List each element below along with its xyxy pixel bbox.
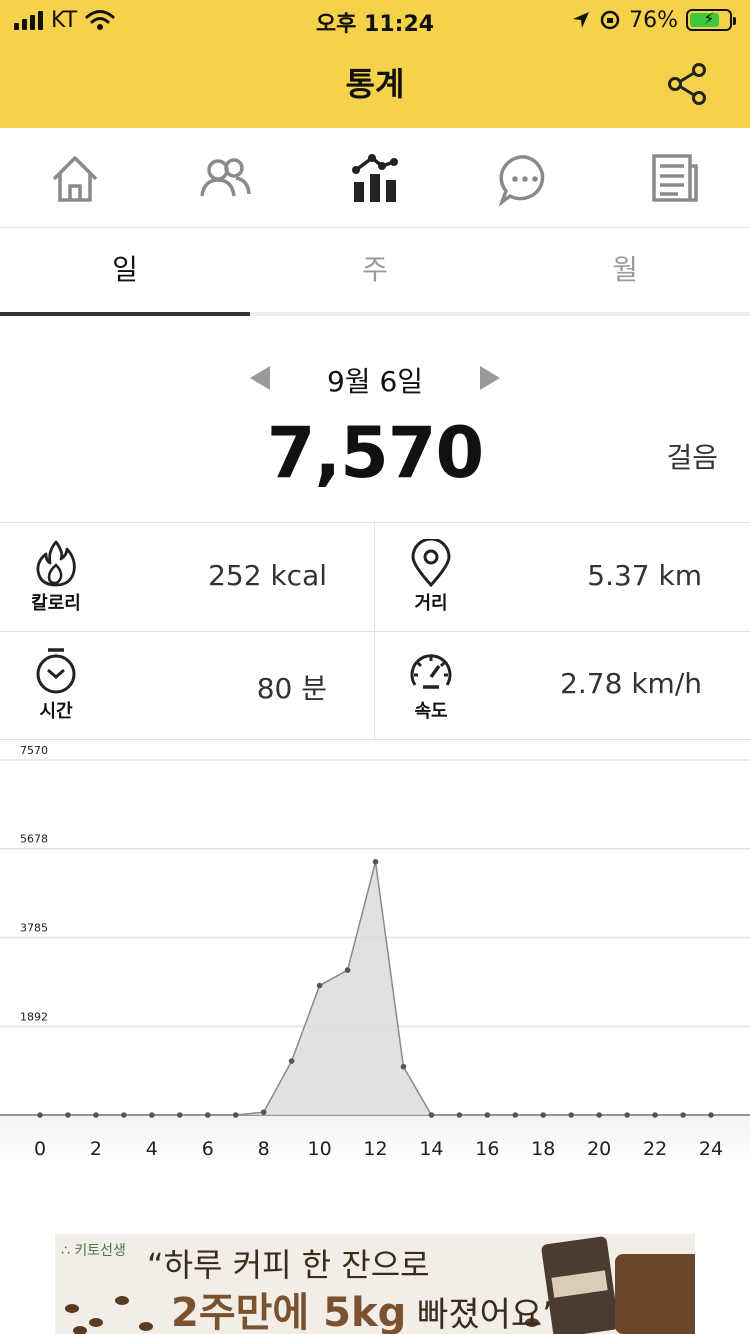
x-tick-label: 2 <box>90 1138 102 1160</box>
y-tick-label: 5678 <box>20 833 48 846</box>
tab-day[interactable]: 일 <box>0 228 250 316</box>
active-tab-indicator <box>0 312 250 316</box>
y-tick-label: 3785 <box>20 922 48 935</box>
x-tick-label: 14 <box>419 1138 443 1160</box>
data-point <box>344 967 351 973</box>
x-tick-label: 12 <box>363 1138 387 1160</box>
data-point <box>204 1112 211 1118</box>
news-icon[interactable] <box>648 152 702 206</box>
stat-label: 시간 <box>39 701 73 722</box>
tab-month[interactable]: 월 <box>500 228 750 316</box>
chart-canvas: 75705678378518920 2 4 6 8 10 12 14 16 18 20 22 24 <box>0 744 750 1165</box>
stat-label: 거리 <box>414 593 448 614</box>
y-tick-label: 7570 <box>20 744 48 757</box>
ad-subheadline: 2주만에 5kg 빠졌어요” <box>171 1280 560 1334</box>
data-point <box>680 1112 686 1118</box>
home-icon[interactable] <box>48 152 102 206</box>
data-point <box>512 1112 519 1118</box>
rotation-lock-icon <box>600 10 620 30</box>
data-point <box>540 1112 547 1118</box>
period-tabs: 일 주 월 <box>0 228 750 316</box>
battery-percent: 76% <box>629 7 678 33</box>
status-right: 76% ⚡ <box>571 6 736 34</box>
data-point <box>456 1112 463 1118</box>
stat-distance: 거리 5.37 km <box>375 523 750 631</box>
stat-calorie: 칼로리 252 kcal <box>0 523 375 631</box>
data-point <box>176 1112 183 1118</box>
data-point <box>400 1063 407 1070</box>
coffee-beans-image <box>615 1254 695 1334</box>
data-point <box>484 1112 491 1118</box>
next-day-arrow-icon[interactable] <box>480 366 500 390</box>
area-fill <box>40 861 711 1115</box>
ad-tail: 빠졌어요” <box>406 1295 560 1334</box>
ad-banner[interactable]: ∴ 키토선생 “하루 커피 한 잔으로 2주만에 5kg 빠졌어요” <box>55 1234 695 1334</box>
step-unit: 걸음 <box>666 441 718 474</box>
data-point <box>65 1112 71 1118</box>
data-point <box>624 1112 630 1118</box>
page-title: 통계 <box>345 65 405 103</box>
data-point <box>37 1112 43 1118</box>
x-tick-label: 20 <box>587 1138 611 1160</box>
x-tick-label: 8 <box>258 1138 270 1160</box>
stat-label: 칼로리 <box>31 593 81 614</box>
speedometer-icon <box>410 654 452 689</box>
date-selector: 9월 6일 <box>0 350 750 406</box>
statistics-icon[interactable] <box>348 152 402 206</box>
location-arrow-icon <box>573 12 590 28</box>
app-header: 통계 <box>0 40 750 128</box>
x-tick-label: 16 <box>475 1138 499 1160</box>
y-tick-label: 1892 <box>20 1010 48 1023</box>
location-pin-icon <box>411 539 451 587</box>
stat-value: 252 kcal <box>208 559 327 592</box>
data-point <box>652 1112 658 1118</box>
stat-value: 5.37 km <box>587 559 702 592</box>
stats-grid: 칼로리 252 kcal 거리 5.37 km 시간 80 분 속도 2.78 … <box>0 522 750 740</box>
flame-icon <box>36 540 76 587</box>
data-point <box>93 1112 99 1118</box>
stat-speed: 속도 2.78 km/h <box>375 631 750 739</box>
stat-time: 시간 80 분 <box>0 631 375 739</box>
data-point <box>316 982 323 989</box>
friends-icon[interactable] <box>198 152 252 206</box>
data-point <box>568 1112 575 1118</box>
chat-icon[interactable] <box>498 152 552 206</box>
x-tick-label: 22 <box>643 1138 667 1160</box>
data-point <box>372 858 379 865</box>
tab-week[interactable]: 주 <box>250 228 500 316</box>
current-date: 9월 6일 <box>326 365 424 398</box>
x-tick-label: 18 <box>531 1138 555 1160</box>
data-point <box>288 1058 295 1064</box>
hourly-steps-chart: 7570 5678 3785 1892 0 2 4 6 8 10 12 14 16 18 20 22 24 <box>0 740 750 1170</box>
x-tick-label: 10 <box>307 1138 331 1160</box>
data-point <box>149 1112 155 1118</box>
data-point <box>708 1112 714 1118</box>
icon-nav <box>0 128 750 228</box>
ad-brand: ∴ 키토선생 <box>61 1243 126 1259</box>
stopwatch-icon <box>36 648 76 694</box>
x-tick-label: 6 <box>202 1138 214 1160</box>
x-tick-label: 24 <box>699 1138 723 1160</box>
step-count: 7,570 <box>266 412 484 494</box>
status-bar: KT 오후 11:24 76% ⚡ <box>0 0 750 40</box>
data-point <box>596 1112 602 1118</box>
x-tick-label: 4 <box>146 1138 158 1160</box>
stat-value: 80 분 <box>256 672 327 705</box>
battery-icon: ⚡ <box>686 9 736 31</box>
stat-label: 속도 <box>414 701 448 722</box>
share-icon[interactable] <box>666 62 710 106</box>
data-point <box>260 1109 267 1115</box>
data-point <box>121 1112 127 1118</box>
data-point <box>428 1112 435 1118</box>
x-tick-label: 0 <box>34 1138 46 1160</box>
ad-highlight: 2주만에 5kg <box>171 1290 407 1334</box>
coffee-product-image <box>540 1235 620 1334</box>
stat-value: 2.78 km/h <box>560 667 702 700</box>
data-point <box>232 1112 239 1118</box>
